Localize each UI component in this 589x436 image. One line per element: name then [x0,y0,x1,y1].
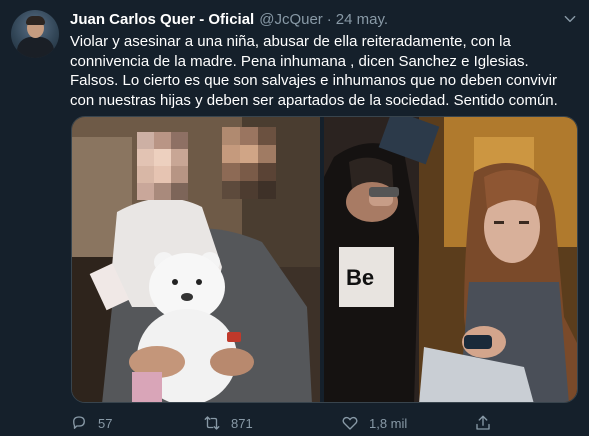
photo-left-image [72,117,320,402]
tweet[interactable]: Juan Carlos Quer - Oficial @JcQuer · 24 … [0,0,589,436]
retweet-icon[interactable] [203,414,221,432]
tweet-header: Juan Carlos Quer - Oficial @JcQuer · 24 … [70,11,388,28]
man-face-pixelated [222,127,276,199]
avatar[interactable] [11,10,59,58]
tweet-date[interactable]: 24 may. [336,11,388,28]
shirt-text: Be [346,265,374,290]
chevron-down-icon[interactable] [563,12,577,26]
reply-action[interactable]: 57 [70,414,112,432]
photo-right[interactable]: Be [324,117,577,402]
avatar-body [17,37,54,58]
reply-icon[interactable] [70,414,88,432]
photo-right-image: Be [324,117,577,402]
tweet-text: Violar y asesinar a una niña, abusar de … [70,33,558,109]
tweet-media[interactable]: Be [71,116,578,403]
retweet-action[interactable]: 871 [203,414,253,432]
share-icon[interactable] [474,414,492,432]
author-handle[interactable]: @JcQuer [259,11,323,28]
like-action[interactable]: 1,8 mil [341,414,407,432]
photo-left[interactable] [72,117,320,402]
share-action[interactable] [474,414,492,432]
like-count: 1,8 mil [369,415,408,431]
avatar-hair [26,16,45,25]
reply-count: 57 [98,415,113,431]
separator-dot: · [326,11,332,28]
tweet-actions: 57 871 1,8 mil [70,414,589,434]
heart-icon[interactable] [341,414,359,432]
retweet-count: 871 [231,415,253,431]
author-name[interactable]: Juan Carlos Quer - Oficial [70,11,254,28]
child-face-pixelated [137,132,188,200]
